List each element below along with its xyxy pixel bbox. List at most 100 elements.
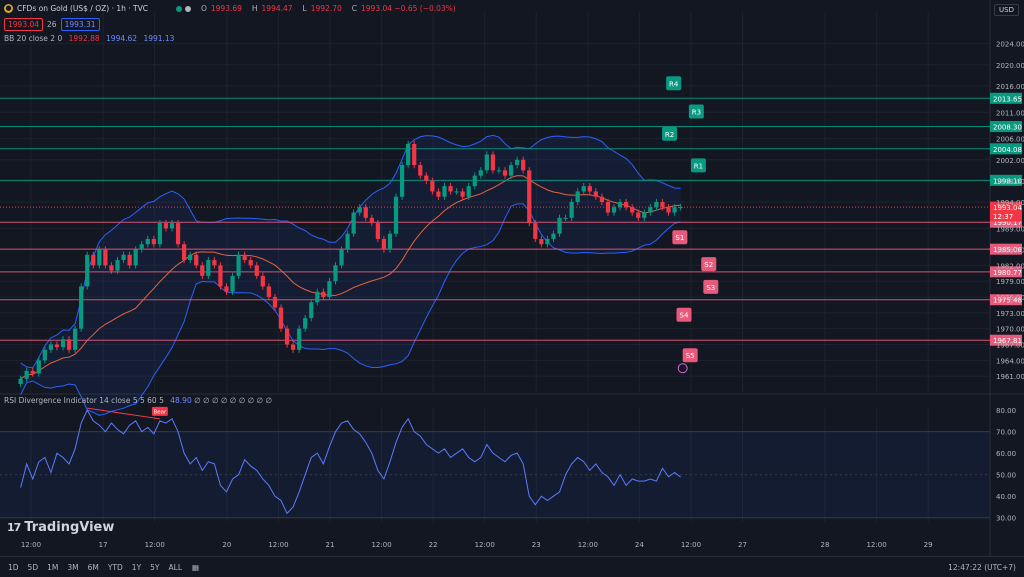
pivot-label-text: R4 xyxy=(669,80,679,88)
candle-body xyxy=(672,207,677,213)
x-tick-label: 29 xyxy=(924,541,933,549)
buy-button[interactable]: 1993.31 xyxy=(60,18,100,31)
clock-timezone[interactable]: 12:47:22 (UTC+7) xyxy=(948,563,1016,572)
rsi-tail: ∅ ∅ ∅ ∅ ∅ ∅ ∅ ∅ ∅ xyxy=(194,396,272,405)
ohlc-close-value: 1993.04 −0.65 (−0.03%) xyxy=(361,4,456,13)
y-tick-label: 1964.00 xyxy=(996,357,1024,365)
currency-selector[interactable]: USD xyxy=(994,4,1019,16)
price-axis-pivot-text: 2013.65 xyxy=(993,95,1022,103)
candle-body xyxy=(466,186,471,197)
range-buttons: 1D 5D 1M 3M 6M YTD 1Y 5Y ALL xyxy=(8,563,182,572)
price-chart[interactable]: R42013.65R32008.30R22004.08R11998.10S119… xyxy=(0,0,1024,556)
candle-body xyxy=(230,275,235,292)
bear-label-text: Bear xyxy=(153,409,167,415)
range-1m[interactable]: 1M xyxy=(47,563,58,572)
bb-upper-value: 1994.62 xyxy=(106,34,138,43)
ohlc-low-key: L xyxy=(302,4,307,13)
candle-body xyxy=(327,281,332,297)
candle-body xyxy=(460,191,465,197)
candle-body xyxy=(200,265,205,276)
candle-body xyxy=(393,196,399,234)
range-3m[interactable]: 3M xyxy=(67,563,78,572)
candle-body xyxy=(315,291,320,303)
candle-body xyxy=(236,254,241,276)
candle-body xyxy=(515,159,520,166)
symbol-title[interactable]: CFDs on Gold (US$ / OZ) · 1h · TVC xyxy=(17,4,148,13)
y-tick-label: 1982.00 xyxy=(996,262,1024,270)
x-tick-label: 20 xyxy=(222,541,231,549)
rsi-y-tick-label: 50.00 xyxy=(996,472,1016,480)
bolt-icon xyxy=(677,363,688,374)
candle-body xyxy=(351,212,356,234)
candle-body xyxy=(490,154,496,171)
market-open-icon xyxy=(175,5,182,12)
range-1y[interactable]: 1Y xyxy=(132,563,141,572)
candle-body xyxy=(218,265,223,287)
pivot-label-text: S5 xyxy=(686,352,695,360)
candle-body xyxy=(169,223,175,229)
x-tick-label: 28 xyxy=(821,541,830,549)
range-ytd[interactable]: YTD xyxy=(108,563,123,572)
calendar-icon[interactable]: ▦ xyxy=(192,563,199,572)
candle-body xyxy=(387,233,393,250)
candle-body xyxy=(399,165,405,197)
candle-body xyxy=(321,291,326,297)
ohlc-high-value: 1994.47 xyxy=(261,4,293,13)
range-all[interactable]: ALL xyxy=(169,563,183,572)
candle-body xyxy=(599,196,605,202)
candle-body xyxy=(551,233,556,239)
candle-body xyxy=(527,170,532,224)
x-tick-label: 12:00 xyxy=(681,541,701,549)
candle-body xyxy=(678,207,683,209)
candle-body xyxy=(557,217,562,234)
bottom-toolbar: 1D 5D 1M 3M 6M YTD 1Y 5Y ALL ▦ 12:47:22 … xyxy=(0,556,1024,577)
rsi-legend[interactable]: RSI Divergence Indicator 14 close 5 5 60… xyxy=(4,396,272,405)
rsi-value: 48.90 xyxy=(170,396,192,405)
candle-body xyxy=(133,249,138,266)
pivot-label-text: S1 xyxy=(675,234,684,242)
bb-legend[interactable]: BB 20 close 2 0 1992.88 1994.62 1991.13 xyxy=(4,34,174,43)
candle-body xyxy=(115,260,120,271)
pivot-label-text: S4 xyxy=(680,312,689,320)
candle-body xyxy=(502,170,508,176)
range-5y[interactable]: 5Y xyxy=(150,563,159,572)
x-tick-label: 12:00 xyxy=(268,541,288,549)
candle-body xyxy=(85,254,90,287)
y-tick-label: 2011.00 xyxy=(996,109,1024,117)
tradingview-logo[interactable]: 17 TradingView xyxy=(7,520,114,535)
candle-body xyxy=(357,207,362,213)
range-1d[interactable]: 1D xyxy=(8,563,19,572)
sell-button[interactable]: 1993.04 xyxy=(4,18,44,31)
x-tick-label: 12:00 xyxy=(866,541,886,549)
candle-body xyxy=(157,223,163,245)
candle-body xyxy=(206,260,211,276)
candle-body xyxy=(24,370,29,379)
ohlc-low-value: 1992.70 xyxy=(310,4,342,13)
rsi-y-tick-label: 40.00 xyxy=(996,493,1016,501)
candle-body xyxy=(496,170,502,172)
x-tick-label: 17 xyxy=(99,541,108,549)
y-tick-label: 1989.00 xyxy=(996,225,1024,233)
bb-lower-value: 1991.13 xyxy=(143,34,175,43)
range-6m[interactable]: 6M xyxy=(88,563,99,572)
y-tick-label: 1967.00 xyxy=(996,342,1024,350)
candle-body xyxy=(91,254,96,266)
gold-coin-icon: ● xyxy=(4,4,13,13)
range-5d[interactable]: 5D xyxy=(28,563,39,572)
candle-body xyxy=(375,223,380,239)
candle-body xyxy=(48,344,54,350)
y-tick-label: 1973.00 xyxy=(996,310,1024,318)
y-tick-label: 1998.00 xyxy=(996,178,1024,186)
bb-label: BB 20 close 2 0 xyxy=(4,34,63,43)
candle-body xyxy=(611,207,617,213)
candle-body xyxy=(109,265,114,271)
candle-body xyxy=(660,202,665,208)
candle-body xyxy=(194,254,199,266)
candle-body xyxy=(30,370,35,374)
candle-body xyxy=(145,238,150,245)
ohlc-open-value: 1993.69 xyxy=(210,4,242,13)
candle-body xyxy=(54,344,60,348)
candle-body xyxy=(188,254,193,261)
candle-body xyxy=(79,286,84,329)
candle-body xyxy=(121,254,126,261)
